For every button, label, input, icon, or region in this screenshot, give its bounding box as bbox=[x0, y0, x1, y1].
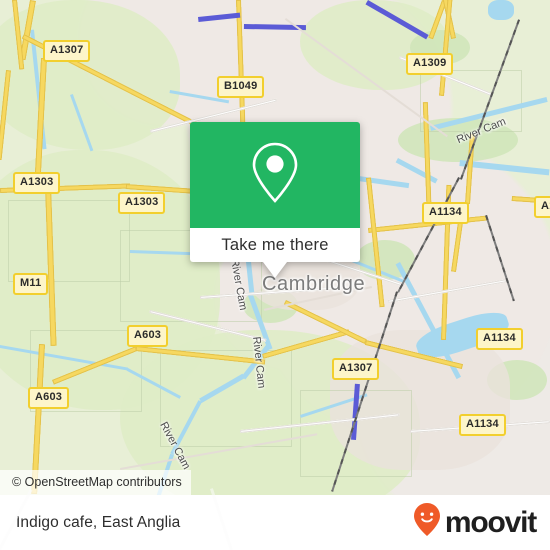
take-me-there-label: Take me there bbox=[221, 235, 329, 254]
take-me-there-callout[interactable]: Take me there bbox=[190, 122, 360, 278]
road-shield-a1134[interactable]: A1134 bbox=[422, 202, 469, 224]
road-shield-b1049[interactable]: B1049 bbox=[217, 76, 265, 98]
moovit-logo[interactable]: moovit bbox=[412, 502, 537, 543]
road-shield-a603[interactable]: A603 bbox=[28, 387, 70, 409]
road-shield-a1307[interactable]: A1307 bbox=[43, 40, 91, 62]
road-shield-a1134[interactable]: A1134 bbox=[476, 328, 523, 350]
road-shield-m11[interactable]: M11 bbox=[13, 273, 49, 295]
field-parcel bbox=[8, 200, 130, 282]
road-shield-a1303[interactable]: A1303 bbox=[118, 192, 166, 214]
road-shield-a1309[interactable]: A1309 bbox=[406, 53, 454, 75]
road-shield-a1307[interactable]: A1307 bbox=[332, 358, 380, 380]
map-screenshot: Cambridge River Cam River Cam River Cam … bbox=[0, 0, 550, 550]
moovit-pin-smiley-icon bbox=[412, 502, 442, 543]
place-title: Indigo cafe, East Anglia bbox=[16, 513, 181, 531]
road-shield-a1303[interactable]: A1303 bbox=[13, 172, 61, 194]
footer-bar: Indigo cafe, East Anglia moovit bbox=[0, 488, 550, 550]
lake bbox=[488, 0, 514, 20]
map-pin-icon bbox=[248, 140, 302, 211]
road-shield-a603[interactable]: A603 bbox=[127, 325, 169, 347]
moovit-wordmark: moovit bbox=[444, 505, 537, 539]
callout-icon-area bbox=[190, 122, 360, 228]
callout-tail bbox=[263, 262, 287, 278]
road-shield-a1-edge[interactable]: A1 bbox=[534, 196, 550, 218]
callout-cta[interactable]: Take me there bbox=[190, 228, 360, 262]
field-parcel bbox=[420, 70, 522, 132]
road-shield-a1134[interactable]: A1134 bbox=[459, 414, 506, 436]
